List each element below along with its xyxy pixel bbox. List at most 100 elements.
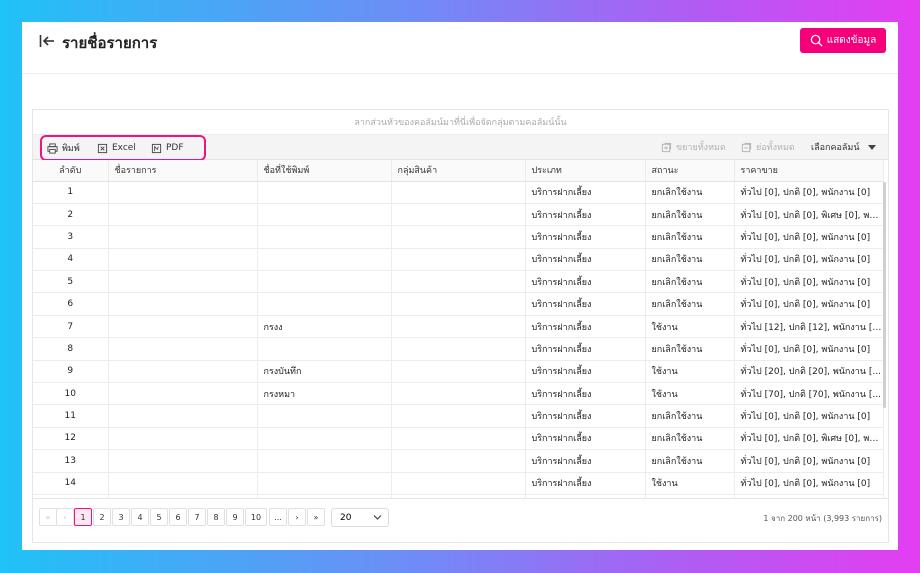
cell-print-name xyxy=(257,427,392,451)
cell-sequence: 8 xyxy=(33,337,109,361)
show-data-button[interactable]: แสดงข้อมูล xyxy=(800,28,886,53)
cell-product-group xyxy=(391,360,526,384)
cell-print-name xyxy=(257,404,392,428)
header-row: ลำดับ ชื่อรายการ ชื่อที่ใช้พิมพ์ กลุ่มสิ… xyxy=(33,160,884,182)
vertical-scrollbar[interactable] xyxy=(883,182,886,408)
page-button-8[interactable]: 8 xyxy=(207,508,225,526)
page-button-6[interactable]: 6 xyxy=(169,508,187,526)
collapse-all-button[interactable]: ย่อทั้งหมด xyxy=(741,136,795,158)
column-header-status[interactable]: สถานะ xyxy=(645,160,735,182)
page-size-select[interactable]: 20 xyxy=(331,508,389,527)
next-page-button[interactable]: › xyxy=(288,508,306,526)
column-header-print-name[interactable]: ชื่อที่ใช้พิมพ์ xyxy=(257,160,392,182)
choose-columns-label: เลือกคอลัมน์ xyxy=(811,143,860,153)
chevron-down-icon xyxy=(373,515,382,520)
cell-product-group xyxy=(391,427,526,451)
cell-product-group xyxy=(391,203,526,227)
cell-status: ใช้งาน xyxy=(645,315,735,339)
pdf-export-button[interactable]: PDF xyxy=(151,137,184,159)
cell-sequence: 9 xyxy=(33,360,109,384)
cell-product-group xyxy=(391,449,526,473)
cell-price: ทั่วไป [0], ปกติ [0], พนักงาน [0] xyxy=(734,337,884,361)
cell-item-name xyxy=(108,382,258,406)
page-button-5[interactable]: 5 xyxy=(150,508,168,526)
page-button-7[interactable]: 7 xyxy=(188,508,206,526)
table-row[interactable]: 9 กรงบันทึก บริการฝากเลี้ยง ใช้งาน ทั่วไป [2… xyxy=(33,360,884,384)
cell-type: บริการฝากเลี้ยง xyxy=(525,270,646,294)
page-size-value: 20 xyxy=(340,512,352,523)
table-row[interactable]: 2 บริการฝากเลี้ยง ยกเลิกใช้งาน ทั่วไป [0], … xyxy=(33,203,884,227)
first-page-button[interactable]: « xyxy=(39,508,57,526)
excel-file-icon xyxy=(97,143,108,153)
table-row[interactable]: 1 บริการฝากเลี้ยง ยกเลิกใช้งาน ทั่วไป [0], … xyxy=(33,181,884,204)
table-row[interactable]: 10 กรงหมา บริการฝากเลี้ยง ใช้งาน ทั่วไป [70]… xyxy=(33,382,884,406)
cell-sequence: 14 xyxy=(33,472,109,495)
page-ellipsis[interactable]: ... xyxy=(269,508,287,526)
column-header-type[interactable]: ประเภท xyxy=(525,160,646,182)
table-body: 1 บริการฝากเลี้ยง ยกเลิกใช้งาน ทั่วไป [0], … xyxy=(33,181,884,498)
cell-type: บริการฝากเลี้ยง xyxy=(525,181,646,204)
cell-print-name xyxy=(257,337,392,361)
page-button-1[interactable]: 1 xyxy=(74,508,92,526)
cell-item-name xyxy=(108,315,258,339)
cell-price: ทั่วไป [0], ปกติ [0], พิเศษ [0], พนั... xyxy=(734,203,884,227)
table-row[interactable]: 14 บริการฝากเลี้ยง ใช้งาน ทั่วไป [0], ปกติ … xyxy=(33,472,884,495)
prev-page-button[interactable]: ‹ xyxy=(56,508,74,526)
cell-status: ยกเลิกใช้งาน xyxy=(645,427,735,451)
cell-status: ยกเลิกใช้งาน xyxy=(645,449,735,473)
print-button[interactable]: พิมพ์ xyxy=(47,137,80,159)
page-button-2[interactable]: 2 xyxy=(93,508,111,526)
cell-item-name xyxy=(108,292,258,316)
cell-price: ทั่วไป [20], ปกติ [20], พนักงาน [... xyxy=(734,360,884,384)
cell-print-name xyxy=(257,270,392,294)
cell-status: ยกเลิกใช้งาน xyxy=(645,292,735,316)
cell-print-name xyxy=(257,225,392,249)
cell-type: บริการฝากเลี้ยง xyxy=(525,203,646,227)
page: รายชื่อรายการ แสดงข้อมูล ลากส่วนหัวของคอ… xyxy=(22,22,898,550)
cell-sequence: 13 xyxy=(33,449,109,473)
cell-status: ยกเลิกใช้งาน xyxy=(645,181,735,204)
cell-item-name xyxy=(108,181,258,204)
column-header-price[interactable]: ราคาขาย xyxy=(734,160,884,182)
table-row[interactable]: 4 บริการฝากเลี้ยง ยกเลิกใช้งาน ทั่วไป [0], … xyxy=(33,248,884,272)
column-header-sequence[interactable]: ลำดับ xyxy=(33,160,109,182)
column-header-item-name[interactable]: ชื่อรายการ xyxy=(108,160,258,182)
cell-item-name xyxy=(108,225,258,249)
cell-sequence: 12 xyxy=(33,427,109,451)
expand-all-button[interactable]: ขยายทั้งหมด xyxy=(661,136,726,158)
print-label: พิมพ์ xyxy=(62,144,80,154)
table-row[interactable]: 6 บริการฝากเลี้ยง ยกเลิกใช้งาน ทั่วไป [0], … xyxy=(33,292,884,316)
cell-type: บริการฝากเลี้ยง xyxy=(525,292,646,316)
table-row[interactable]: 3 บริการฝากเลี้ยง ยกเลิกใช้งาน ทั่วไป [0], … xyxy=(33,225,884,249)
cell-product-group xyxy=(391,382,526,406)
cell-sequence: 10 xyxy=(33,382,109,406)
group-panel[interactable]: ลากส่วนหัวของคอลัมน์มาที่นี่เพื่อจัดกลุ่… xyxy=(33,110,888,135)
page-button-4[interactable]: 4 xyxy=(131,508,149,526)
collapse-icon xyxy=(741,142,752,152)
table-row[interactable]: 5 บริการฝากเลี้ยง ยกเลิกใช้งาน ทั่วไป [0], … xyxy=(33,270,884,294)
cell-price: ทั่วไป [0], ปกติ [0], พนักงาน [0] xyxy=(734,404,884,428)
export-button-group: พิมพ์ Excel PDF xyxy=(40,135,206,161)
cell-sequence: 4 xyxy=(33,248,109,272)
cell-status: ยกเลิกใช้งาน xyxy=(645,225,735,249)
page-button-10[interactable]: 10 xyxy=(245,508,267,526)
table-row[interactable]: 11 บริการฝากเลี้ยง ยกเลิกใช้งาน ทั่วไป [0],… xyxy=(33,404,884,428)
table-row[interactable]: 8 บริการฝากเลี้ยง ยกเลิกใช้งาน ทั่วไป [0], … xyxy=(33,337,884,361)
data-grid: ลากส่วนหัวของคอลัมน์มาที่นี่เพื่อจัดกลุ่… xyxy=(32,109,889,543)
last-page-button[interactable]: » xyxy=(307,508,325,526)
table-row[interactable]: 7 กรงง บริการฝากเลี้ยง ใช้งาน ทั่วไป [12], ป… xyxy=(33,315,884,339)
cell-price: ทั่วไป [0], ปกติ [0], พิเศษ [0], พนั... xyxy=(734,427,884,451)
excel-export-button[interactable]: Excel xyxy=(97,137,136,159)
choose-columns-dropdown[interactable]: เลือกคอลัมน์ xyxy=(811,136,877,158)
expand-icon xyxy=(661,142,672,152)
back-arrow-icon[interactable] xyxy=(38,32,56,50)
cell-product-group xyxy=(391,315,526,339)
table-row[interactable]: 12 บริการฝากเลี้ยง ยกเลิกใช้งาน ทั่วไป [0],… xyxy=(33,427,884,451)
page-button-9[interactable]: 9 xyxy=(226,508,244,526)
page-button-3[interactable]: 3 xyxy=(112,508,130,526)
cell-type: บริการฝากเลี้ยง xyxy=(525,382,646,406)
table-row[interactable]: 13 บริการฝากเลี้ยง ยกเลิกใช้งาน ทั่วไป [0],… xyxy=(33,449,884,473)
cell-price: ทั่วไป [0], ปกติ [0], พนักงาน [0] xyxy=(734,292,884,316)
column-header-product-group[interactable]: กลุ่มสินค้า xyxy=(391,160,526,182)
cell-price: ทั่วไป [0], ปกติ [0], พนักงาน [0] xyxy=(734,270,884,294)
